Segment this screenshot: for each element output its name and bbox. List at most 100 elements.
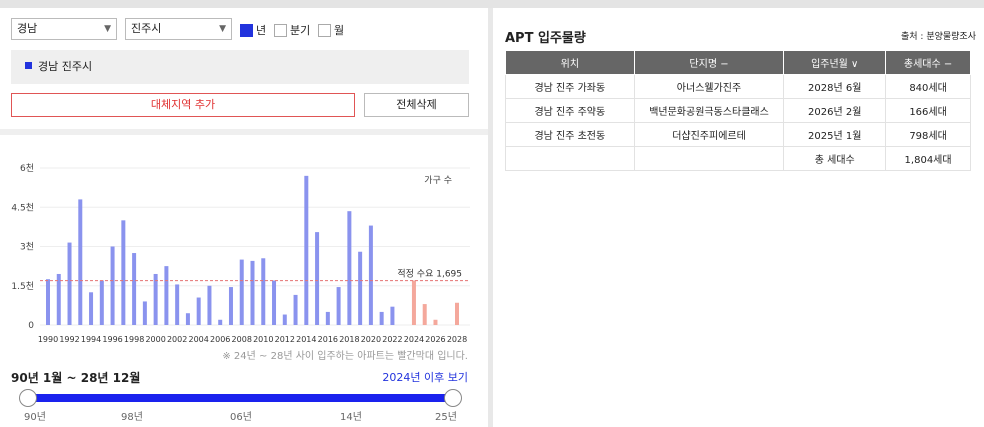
bar xyxy=(67,242,72,325)
slider-start-handle[interactable] xyxy=(19,389,37,407)
city-value: 진주시 xyxy=(131,22,162,35)
supply-bar-chart: 0 1.5천 3천 4.5천 6천적정 수요 1,695 가구 수 1990 1992 1994… xyxy=(11,163,470,344)
selected-region-label: 경남 진주시 xyxy=(38,60,93,73)
bar xyxy=(304,175,309,325)
cell-units: 166세대 xyxy=(885,98,971,123)
bar xyxy=(455,302,459,325)
bar xyxy=(56,273,61,325)
bar xyxy=(315,232,320,325)
series-color-square-icon xyxy=(25,62,32,69)
x-tick-label: 2022 xyxy=(382,335,402,344)
table-row[interactable]: 경남 진주 초전동 더샵진주피에르테 2025년 1월 798세대 xyxy=(505,122,971,147)
bar xyxy=(422,304,427,325)
reference-line-label: 적정 수요 1,695 xyxy=(397,268,462,280)
range-label: 90년 1월 ~ 28년 12월 xyxy=(11,371,141,385)
add-region-button[interactable]: 대체지역 추가 xyxy=(11,93,355,117)
table-row[interactable]: 경남 진주 가좌동 아너스웰가진주 2028년 6월 840세대 xyxy=(505,74,971,99)
bar xyxy=(325,311,330,325)
x-tick-label: 1996 xyxy=(102,335,122,344)
x-tick-label: 1992 xyxy=(59,335,79,344)
province-select[interactable]: 경남 ▼ xyxy=(11,18,117,40)
period-month-checkbox[interactable]: 월 xyxy=(318,22,344,38)
x-tick-label: 2016 xyxy=(318,335,338,344)
period-year-label: 년 xyxy=(256,24,267,37)
slider-tick: 90년 xyxy=(24,412,46,423)
bar xyxy=(142,301,147,325)
city-select[interactable]: 진주시 ▼ xyxy=(125,18,232,40)
bar xyxy=(121,220,126,325)
total-row: 총 세대수 1,804세대 xyxy=(505,146,971,171)
x-tick-label: 2018 xyxy=(339,335,359,344)
table-row[interactable]: 경남 진주 주약동 백년문화공원극동스타클래스 2026년 2월 166세대 xyxy=(505,98,971,123)
bar xyxy=(336,287,341,325)
period-quarter-checkbox[interactable]: 분기 xyxy=(274,22,310,38)
bar xyxy=(368,225,373,325)
cell-empty xyxy=(505,146,635,171)
cell-move-in-date: 2026년 2월 xyxy=(783,98,887,123)
cell-move-in-date: 2025년 1월 xyxy=(783,122,887,147)
selected-region-item[interactable]: 경남 진주시 xyxy=(11,50,469,84)
source-label: 출처 : 분양물량조사 xyxy=(901,32,976,42)
x-tick-label: 2026 xyxy=(425,335,445,344)
cell-empty xyxy=(633,146,785,171)
x-tick-label: 2008 xyxy=(232,335,252,344)
bar xyxy=(358,251,363,325)
legend-label: 가구 수 xyxy=(424,175,452,186)
slider-end-handle[interactable] xyxy=(444,389,462,407)
bar xyxy=(89,292,94,325)
cell-units: 840세대 xyxy=(885,74,971,99)
bar xyxy=(46,279,50,325)
bar xyxy=(185,313,190,325)
province-value: 경남 xyxy=(17,22,38,35)
period-quarter-label: 분기 xyxy=(290,24,311,37)
x-tick-label: 2024 xyxy=(404,335,424,344)
bar xyxy=(164,266,169,325)
delete-all-button[interactable]: 전체삭제 xyxy=(364,93,469,117)
y-tick-label: 4.5천 xyxy=(11,202,34,213)
cell-complex: 더샵진주피에르테 xyxy=(633,122,785,147)
year-range-slider[interactable] xyxy=(28,394,453,402)
bar xyxy=(175,284,180,325)
x-tick-label: 1990 xyxy=(38,335,58,344)
total-value: 1,804세대 xyxy=(885,146,971,171)
slider-tick: 06년 xyxy=(230,412,252,423)
y-tick-label: 6천 xyxy=(20,163,34,174)
x-tick-label: 2012 xyxy=(275,335,295,344)
period-year-checkbox[interactable]: 년 xyxy=(240,22,266,38)
view-after-2024-link[interactable]: 2024년 이후 보기 xyxy=(382,369,468,385)
column-header-move-in-date[interactable]: 입주년월 ∨ xyxy=(783,50,887,75)
x-tick-label: 2004 xyxy=(189,335,209,344)
column-header-complex[interactable]: 단지명 − xyxy=(633,50,785,75)
apt-supply-table: 위치 단지명 − 입주년월 ∨ 총세대수 − 경남 진주 가좌동 아너스웰가진주… xyxy=(505,50,971,171)
bar xyxy=(110,246,115,325)
x-tick-label: 2006 xyxy=(210,335,230,344)
y-tick-label: 1.5천 xyxy=(11,281,34,292)
bar xyxy=(293,294,298,325)
chevron-down-icon: ▼ xyxy=(219,24,226,34)
x-tick-label: 2002 xyxy=(167,335,187,344)
bar xyxy=(218,319,223,325)
bar xyxy=(250,260,255,325)
x-tick-label: 2000 xyxy=(145,335,165,344)
table-header-row: 위치 단지명 − 입주년월 ∨ 총세대수 − xyxy=(505,50,971,75)
bar xyxy=(99,280,104,325)
bar xyxy=(196,297,201,325)
checkbox-checked-icon xyxy=(240,23,253,37)
slider-tick: 98년 xyxy=(121,412,143,423)
bar xyxy=(347,211,352,325)
bar xyxy=(207,285,212,325)
cell-complex: 백년문화공원극동스타클래스 xyxy=(633,98,785,123)
column-header-units[interactable]: 총세대수 − xyxy=(885,50,971,75)
bar xyxy=(228,287,233,325)
bar xyxy=(390,306,395,325)
top-bar xyxy=(0,0,984,8)
chevron-down-icon: ▼ xyxy=(104,24,111,34)
x-tick-label: 2014 xyxy=(296,335,316,344)
column-header-location[interactable]: 위치 xyxy=(505,50,635,75)
bar xyxy=(239,259,244,325)
slider-tick: 14년 xyxy=(340,412,362,423)
y-tick-label: 0 xyxy=(28,321,34,331)
x-tick-label: 2020 xyxy=(361,335,381,344)
x-tick-label: 2028 xyxy=(447,335,467,344)
bar xyxy=(78,199,83,325)
